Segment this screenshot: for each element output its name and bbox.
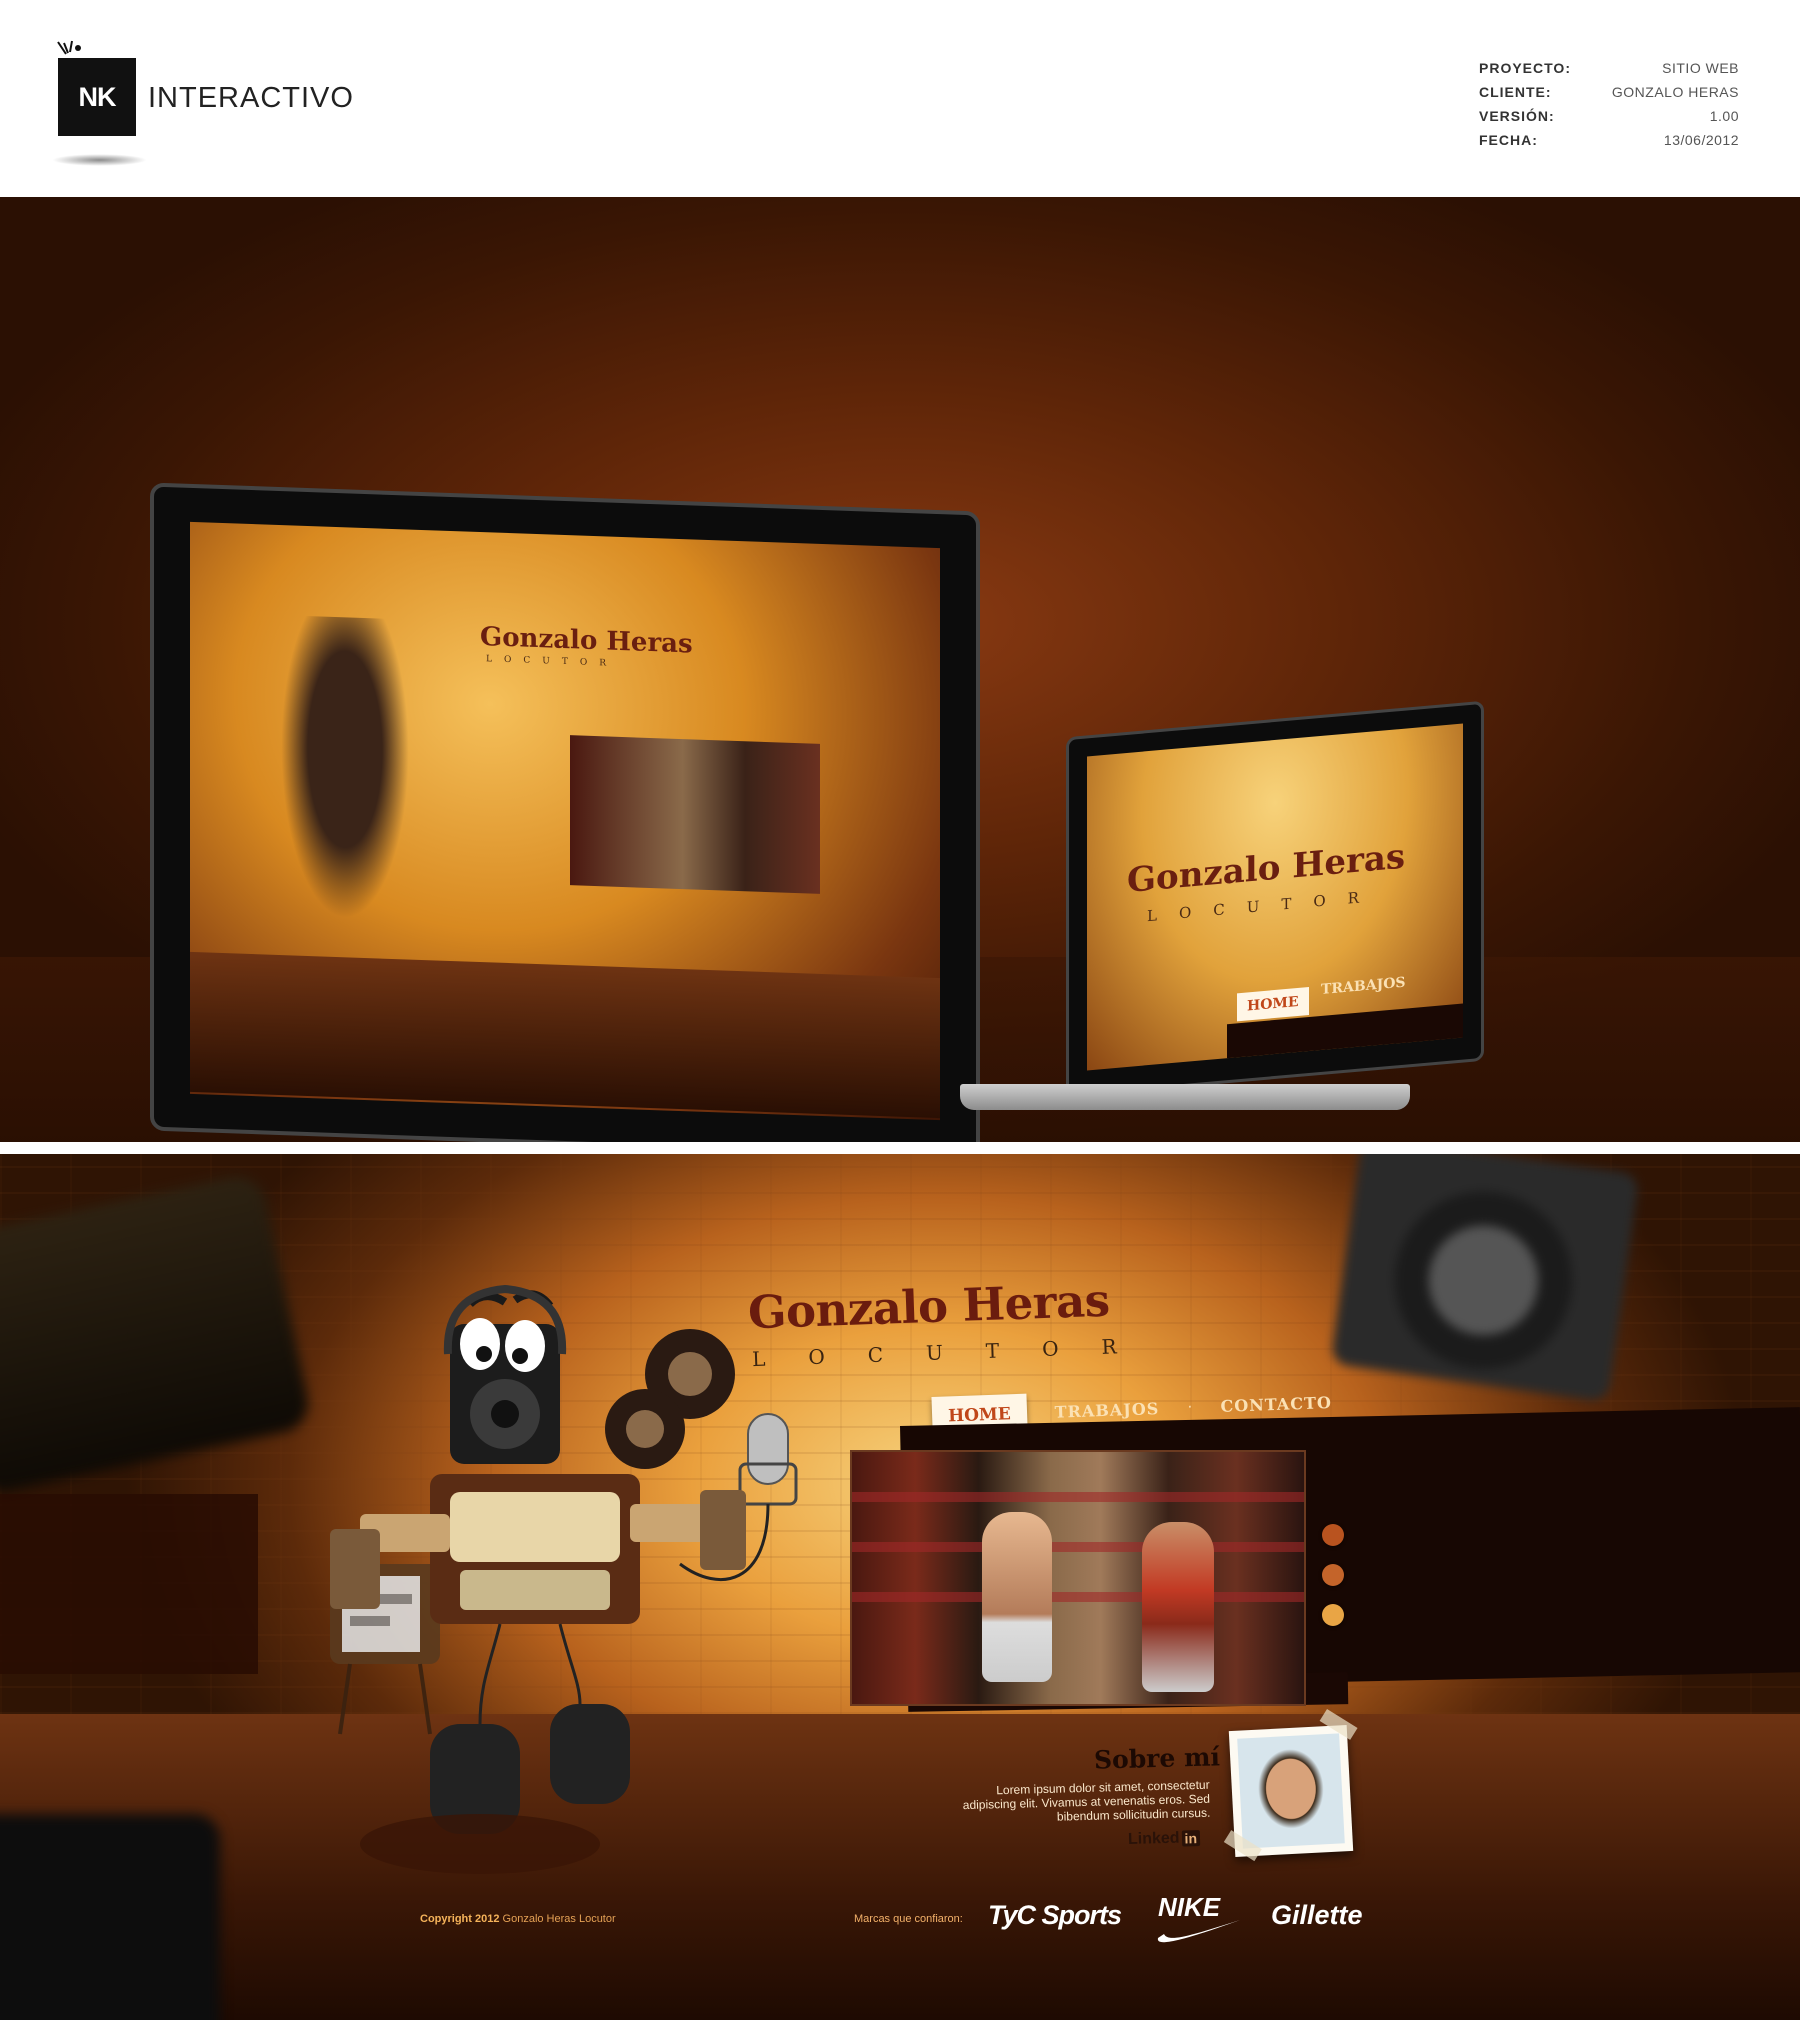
left-dark-band [0, 1494, 258, 1674]
copyright-owner: Gonzalo Heras Locutor [502, 1913, 616, 1925]
logo-shadow [52, 154, 147, 166]
nike-swoosh-icon [1157, 1920, 1240, 1943]
preview-nav-home: HOME [1237, 987, 1309, 1022]
meta-row-fecha: FECHA: 13/06/2012 [1479, 128, 1739, 152]
video-figure [1142, 1522, 1214, 1692]
meta-row-proyecto: PROYECTO: SITIO WEB [1479, 56, 1739, 80]
site-design-section: Gonzalo Heras LOCUTOR HOME TRABAJOS · CO… [0, 1154, 1800, 2020]
meta-key: VERSIÓN: [1479, 108, 1555, 124]
profile-photo [1223, 1708, 1358, 1862]
video-pager [1322, 1524, 1344, 1644]
linkedin-icon[interactable]: Linked in [1127, 1829, 1201, 1849]
preview-title: Gonzalo Heras [480, 622, 693, 660]
project-meta: PROYECTO: SITIO WEB CLIENTE: GONZALO HER… [1479, 56, 1739, 152]
brands-label: Marcas que confiaron: [854, 1913, 963, 1925]
brand-gillette[interactable]: Gillette [1271, 1900, 1363, 1931]
meta-key: CLIENTE: [1479, 84, 1552, 100]
brand-tyc-sports[interactable]: TyC Sports [988, 1900, 1122, 1931]
laptop-mockup-section: Gonzalo Heras LOCUTOR Gonzalo Heras LOCU… [0, 197, 1800, 1142]
preview-robot-mascot-icon [270, 614, 420, 950]
meta-value: 1.00 [1709, 108, 1739, 124]
video-pager-dot-1[interactable] [1322, 1524, 1344, 1546]
nav-contacto[interactable]: CONTACTO [1220, 1393, 1332, 1416]
meta-value: 13/06/2012 [1663, 132, 1739, 148]
video-pager-dot-2[interactable] [1322, 1564, 1344, 1586]
small-laptop-screen: Gonzalo Heras LOCUTOR HOME TRABAJOS [1066, 700, 1484, 1098]
blurred-speaker-bottom-icon [0, 1814, 220, 2020]
preview-subtitle: LOCUTOR [486, 654, 618, 669]
video-pager-dot-3[interactable] [1322, 1604, 1344, 1626]
nk-logo: NK [58, 58, 136, 136]
logo-mark: NK [78, 81, 117, 112]
about-text: Lorem ipsum dolor sit amet, consectetur … [962, 1777, 1211, 1824]
nav-separator: · [1186, 1397, 1193, 1416]
video-player[interactable] [850, 1450, 1306, 1706]
meta-value: SITIO WEB [1662, 60, 1739, 76]
ground-texture [0, 1714, 1800, 2020]
nav-trabajos[interactable]: TRABAJOS [1054, 1399, 1159, 1422]
meta-row-cliente: CLIENTE: GONZALO HERAS [1479, 80, 1739, 104]
document-header: NK INTERACTIVO PROYECTO: SITIO WEB CLIEN… [0, 0, 1800, 197]
small-laptop-site-preview: Gonzalo Heras LOCUTOR HOME TRABAJOS [1087, 723, 1463, 1071]
meta-key: FECHA: [1479, 132, 1538, 148]
copyright-year: Copyright 2012 [420, 1913, 500, 1925]
meta-key: PROYECTO: [1479, 60, 1571, 76]
about-heading: Sobre mí [1093, 1742, 1221, 1775]
small-laptop-base [960, 1084, 1410, 1110]
video-frame-detail [852, 1592, 1304, 1602]
video-frame-detail [852, 1492, 1304, 1502]
logo-text: INTERACTIVO [148, 82, 354, 114]
linkedin-word: Linked [1127, 1829, 1180, 1848]
meta-value: GONZALO HERAS [1611, 84, 1739, 100]
profile-photo-image [1237, 1733, 1345, 1849]
meta-row-version: VERSIÓN: 1.00 [1479, 104, 1739, 128]
copyright: Copyright 2012 Gonzalo Heras Locutor [420, 1913, 616, 1925]
video-frame-detail [852, 1542, 1304, 1552]
large-laptop-site-preview: Gonzalo Heras LOCUTOR [190, 521, 940, 1121]
preview-nav-trabajos: TRABAJOS [1321, 974, 1406, 998]
large-laptop-screen: Gonzalo Heras LOCUTOR [150, 482, 980, 1142]
preview-footer-band [190, 951, 940, 1119]
brand-nike[interactable]: NIKE [1157, 1892, 1240, 1943]
linkedin-in: in [1181, 1830, 1201, 1847]
video-figure [982, 1512, 1052, 1682]
section-divider [0, 1142, 1800, 1154]
preview-video [570, 735, 820, 894]
blurred-speaker-icon [1330, 1154, 1640, 1403]
